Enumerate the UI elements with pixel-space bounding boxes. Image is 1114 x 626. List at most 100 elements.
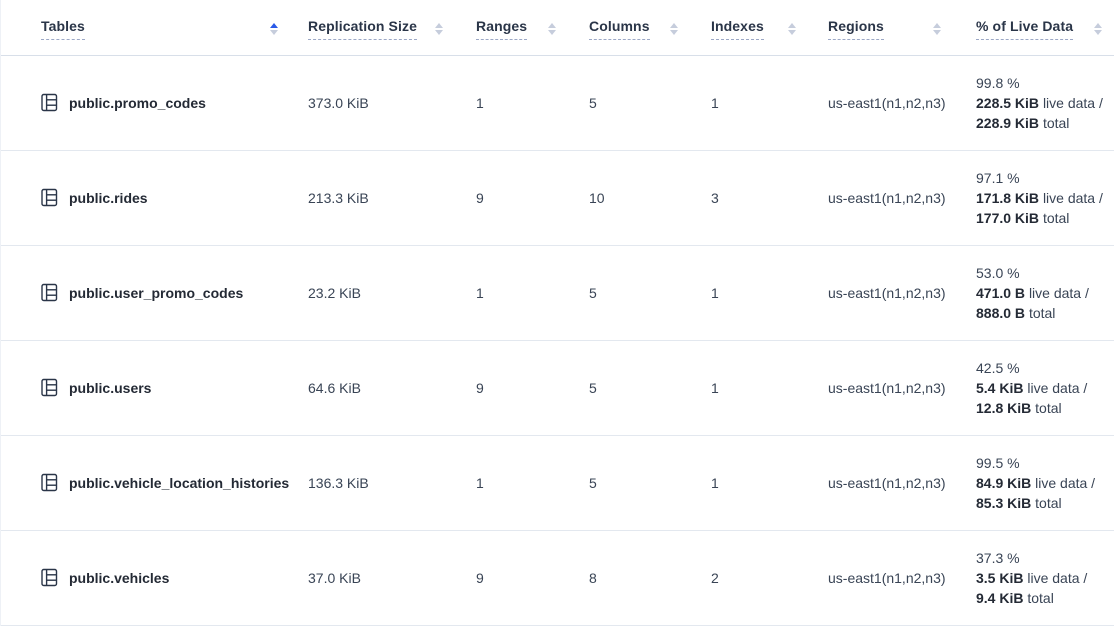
- replication-size-cell: 64.6 KiB: [291, 340, 456, 435]
- columns-cell: 8: [569, 530, 691, 625]
- live-data-percent: 37.3 %: [976, 548, 1114, 568]
- indexes-cell: 1: [691, 55, 809, 150]
- live-data-cell: 99.5 % 84.9 KiB live data / 85.3 KiB tot…: [954, 435, 1114, 530]
- column-header-ranges[interactable]: Ranges: [456, 0, 569, 55]
- sort-arrows-icon: [788, 23, 796, 35]
- table-row[interactable]: public.vehicle_location_histories 136.3 …: [1, 435, 1114, 530]
- sort-arrows-icon: [1094, 23, 1102, 35]
- columns-cell: 5: [569, 340, 691, 435]
- table-name-link[interactable]: public.rides: [69, 190, 148, 206]
- table-grid-icon: [41, 283, 58, 302]
- table-grid-icon: [41, 568, 58, 587]
- regions-cell: us-east1(n1,n2,n3): [809, 150, 954, 245]
- live-data-cell: 53.0 % 471.0 B live data / 888.0 B total: [954, 245, 1114, 340]
- column-header-label: % of Live Data: [976, 18, 1073, 40]
- database-tables-table: Tables Replication Size Ranges: [1, 0, 1114, 626]
- column-header-columns[interactable]: Columns: [569, 0, 691, 55]
- live-data-percent: 97.1 %: [976, 168, 1114, 188]
- replication-size-cell: 213.3 KiB: [291, 150, 456, 245]
- ranges-cell: 1: [456, 435, 569, 530]
- total-data-size: 888.0 B: [976, 305, 1025, 321]
- indexes-cell: 1: [691, 435, 809, 530]
- columns-cell: 5: [569, 55, 691, 150]
- table-name-link[interactable]: public.vehicle_location_histories: [69, 475, 289, 491]
- regions-cell: us-east1(n1,n2,n3): [809, 435, 954, 530]
- replication-size-cell: 136.3 KiB: [291, 435, 456, 530]
- live-data-percent: 42.5 %: [976, 358, 1114, 378]
- indexes-cell: 1: [691, 340, 809, 435]
- total-data-size: 12.8 KiB: [976, 400, 1031, 416]
- ranges-cell: 1: [456, 55, 569, 150]
- sort-arrows-icon: [933, 23, 941, 35]
- sort-arrows-icon: [548, 23, 556, 35]
- table-row[interactable]: public.users 64.6 KiB 9 5 1 us-east1(n1,…: [1, 340, 1114, 435]
- columns-cell: 5: [569, 435, 691, 530]
- ranges-cell: 1: [456, 245, 569, 340]
- regions-cell: us-east1(n1,n2,n3): [809, 340, 954, 435]
- column-header-label: Ranges: [476, 18, 527, 40]
- table-name-cell: public.rides: [1, 150, 291, 245]
- live-data-size: 3.5 KiB: [976, 570, 1023, 586]
- ranges-cell: 9: [456, 530, 569, 625]
- total-data-size: 9.4 KiB: [976, 590, 1023, 606]
- table-name-cell: public.vehicles: [1, 530, 291, 625]
- sort-arrows-icon: [270, 23, 278, 35]
- column-header-replication-size[interactable]: Replication Size: [291, 0, 456, 55]
- table-grid-icon: [41, 378, 58, 397]
- column-header-label: Regions: [828, 18, 884, 40]
- column-header-regions[interactable]: Regions: [809, 0, 954, 55]
- table-name-link[interactable]: public.user_promo_codes: [69, 285, 243, 301]
- live-data-cell: 37.3 % 3.5 KiB live data / 9.4 KiB total: [954, 530, 1114, 625]
- regions-cell: us-east1(n1,n2,n3): [809, 530, 954, 625]
- total-data-size: 177.0 KiB: [976, 210, 1039, 226]
- columns-cell: 10: [569, 150, 691, 245]
- table-name-cell: public.user_promo_codes: [1, 245, 291, 340]
- live-data-size: 5.4 KiB: [976, 380, 1023, 396]
- live-data-percent: 99.5 %: [976, 453, 1114, 473]
- column-header-live-data[interactable]: % of Live Data: [954, 0, 1114, 55]
- table-row[interactable]: public.rides 213.3 KiB 9 10 3 us-east1(n…: [1, 150, 1114, 245]
- columns-cell: 5: [569, 245, 691, 340]
- live-data-size: 84.9 KiB: [976, 475, 1031, 491]
- total-data-size: 228.9 KiB: [976, 115, 1039, 131]
- sort-arrows-icon: [670, 23, 678, 35]
- ranges-cell: 9: [456, 150, 569, 245]
- table-row[interactable]: public.user_promo_codes 23.2 KiB 1 5 1 u…: [1, 245, 1114, 340]
- column-header-label: Tables: [41, 18, 85, 40]
- table-name-cell: public.vehicle_location_histories: [1, 435, 291, 530]
- indexes-cell: 2: [691, 530, 809, 625]
- replication-size-cell: 23.2 KiB: [291, 245, 456, 340]
- column-header-indexes[interactable]: Indexes: [691, 0, 809, 55]
- table-grid-icon: [41, 473, 58, 492]
- table-grid-icon: [41, 93, 58, 112]
- table-name-link[interactable]: public.vehicles: [69, 570, 169, 586]
- total-data-size: 85.3 KiB: [976, 495, 1031, 511]
- indexes-cell: 1: [691, 245, 809, 340]
- replication-size-cell: 373.0 KiB: [291, 55, 456, 150]
- table-row[interactable]: public.promo_codes 373.0 KiB 1 5 1 us-ea…: [1, 55, 1114, 150]
- table-name-link[interactable]: public.promo_codes: [69, 95, 206, 111]
- replication-size-cell: 37.0 KiB: [291, 530, 456, 625]
- sort-arrows-icon: [435, 23, 443, 35]
- tables-list-page: Tables Replication Size Ranges: [0, 0, 1114, 626]
- ranges-cell: 9: [456, 340, 569, 435]
- live-data-cell: 97.1 % 171.8 KiB live data / 177.0 KiB t…: [954, 150, 1114, 245]
- live-data-cell: 99.8 % 228.5 KiB live data / 228.9 KiB t…: [954, 55, 1114, 150]
- regions-cell: us-east1(n1,n2,n3): [809, 55, 954, 150]
- column-header-label: Indexes: [711, 18, 764, 40]
- table-grid-icon: [41, 188, 58, 207]
- column-header-tables[interactable]: Tables: [1, 0, 291, 55]
- table-name-cell: public.promo_codes: [1, 55, 291, 150]
- indexes-cell: 3: [691, 150, 809, 245]
- table-name-cell: public.users: [1, 340, 291, 435]
- column-header-label: Replication Size: [308, 18, 417, 40]
- live-data-size: 471.0 B: [976, 285, 1025, 301]
- live-data-percent: 53.0 %: [976, 263, 1114, 283]
- live-data-percent: 99.8 %: [976, 73, 1114, 93]
- live-data-size: 171.8 KiB: [976, 190, 1039, 206]
- table-name-link[interactable]: public.users: [69, 380, 151, 396]
- table-row[interactable]: public.vehicles 37.0 KiB 9 8 2 us-east1(…: [1, 530, 1114, 625]
- regions-cell: us-east1(n1,n2,n3): [809, 245, 954, 340]
- table-header-row: Tables Replication Size Ranges: [1, 0, 1114, 55]
- live-data-size: 228.5 KiB: [976, 95, 1039, 111]
